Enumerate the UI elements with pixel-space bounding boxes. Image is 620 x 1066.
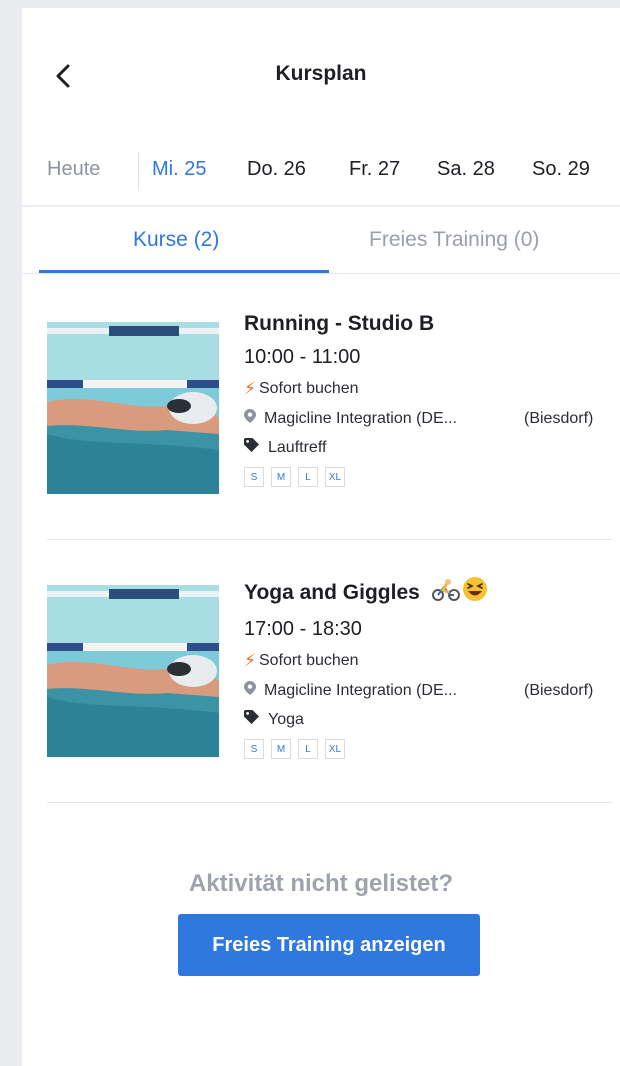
date-selector: Heute Mi. 25 Do. 26 Fr. 27 Sa. 28 So. 29 <box>22 148 620 206</box>
size-options: S M L XL <box>244 467 614 487</box>
tag-icon <box>244 710 260 729</box>
size-l[interactable]: L <box>298 739 318 759</box>
class-time: 17:00 - 18:30 <box>244 618 362 640</box>
tab-courses[interactable]: Kurse (2) <box>133 228 219 252</box>
header: Kursplan <box>22 8 620 128</box>
date-separator <box>138 152 139 190</box>
tag-label: Lauftreff <box>268 438 327 456</box>
tab-free-training[interactable]: Freies Training (0) <box>369 228 539 252</box>
date-thu-26[interactable]: Do. 26 <box>247 158 306 181</box>
class-info: Running - Studio B 10:00 - 11:00 ⚡︎ Sofo… <box>244 312 614 487</box>
location-row: Magicline Integration (DE... (Biesdorf) <box>244 409 614 428</box>
class-info: Yoga and Giggles 17:00 - 18:30 ⚡︎ Sofort… <box>244 576 614 759</box>
lightning-icon: ⚡︎ <box>244 379 256 398</box>
size-s[interactable]: S <box>244 467 264 487</box>
class-name-row: Yoga and Giggles <box>244 576 614 608</box>
date-wed-25[interactable]: Mi. 25 <box>152 158 206 181</box>
show-free-training-button[interactable]: Freies Training anzeigen <box>178 914 480 976</box>
booking-row: ⚡︎ Sofort buchen <box>244 379 614 399</box>
class-name: Yoga and Giggles <box>244 581 420 604</box>
booking-row: ⚡︎ Sofort buchen <box>244 651 614 671</box>
date-today[interactable]: Heute <box>47 158 100 181</box>
size-xl[interactable]: XL <box>325 467 345 487</box>
location-label: Magicline Integration (DE... <box>264 681 457 699</box>
studio-label: (Biesdorf) <box>524 409 594 427</box>
booking-label: Sofort buchen <box>258 380 359 397</box>
size-m[interactable]: M <box>271 739 291 759</box>
location-label: Magicline Integration (DE... <box>264 409 457 427</box>
laughing-face-emoji <box>462 576 488 608</box>
size-l[interactable]: L <box>298 467 318 487</box>
location-pin-icon <box>244 409 256 428</box>
class-image-swimmer <box>47 322 219 494</box>
class-name: Running - Studio B <box>244 312 435 335</box>
card-divider <box>47 802 612 803</box>
size-m[interactable]: M <box>271 467 291 487</box>
location-pin-icon <box>244 681 256 700</box>
tag-row: Yoga <box>244 710 614 729</box>
size-s[interactable]: S <box>244 739 264 759</box>
tag-icon <box>244 438 260 457</box>
size-options: S M L XL <box>244 739 614 759</box>
class-card-yoga[interactable]: Yoga and Giggles 17:00 - 18:30 ⚡︎ Sofort… <box>22 560 620 822</box>
date-divider <box>22 205 620 207</box>
class-time: 10:00 - 11:00 <box>244 346 361 368</box>
cyclist-emoji <box>431 578 460 608</box>
tag-label: Yoga <box>268 710 304 728</box>
class-card-running[interactable]: Running - Studio B 10:00 - 11:00 ⚡︎ Sofo… <box>22 296 620 558</box>
size-xl[interactable]: XL <box>325 739 345 759</box>
tab-bar: Kurse (2) Freies Training (0) <box>22 208 620 276</box>
lightning-icon: ⚡︎ <box>244 651 256 670</box>
date-sun-29[interactable]: So. 29 <box>532 158 590 181</box>
studio-label: (Biesdorf) <box>524 681 594 699</box>
card-divider <box>47 539 612 540</box>
page-title: Kursplan <box>275 62 367 85</box>
tab-divider <box>22 273 620 274</box>
booking-label: Sofort buchen <box>258 652 359 669</box>
location-row: Magicline Integration (DE... (Biesdorf) <box>244 681 614 700</box>
date-fri-27[interactable]: Fr. 27 <box>349 158 400 181</box>
class-image-swimmer <box>47 585 219 757</box>
activity-not-listed-text: Aktivität nicht gelistet? <box>188 870 454 897</box>
app-screen: Kursplan Heute Mi. 25 Do. 26 Fr. 27 Sa. … <box>22 8 620 1066</box>
tag-row: Lauftreff <box>244 438 614 457</box>
date-sat-28[interactable]: Sa. 28 <box>437 158 495 181</box>
